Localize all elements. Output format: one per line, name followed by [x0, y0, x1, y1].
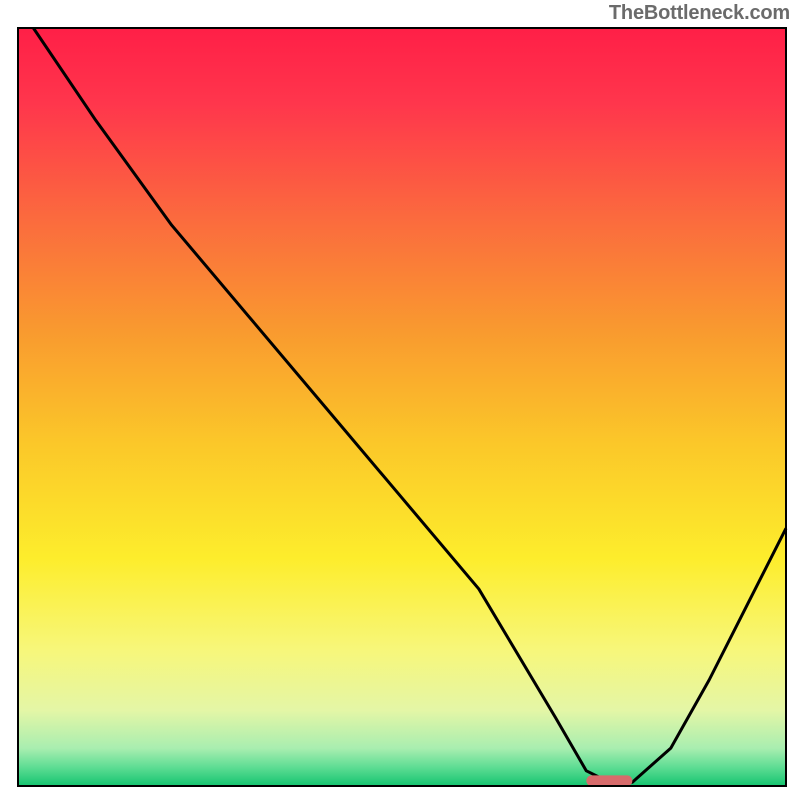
bottleneck-chart — [0, 0, 800, 800]
optimal-marker-pill — [586, 775, 632, 786]
watermark-text: TheBottleneck.com — [609, 2, 790, 25]
plot-background — [18, 28, 786, 786]
chart-container: TheBottleneck.com — [0, 0, 800, 800]
